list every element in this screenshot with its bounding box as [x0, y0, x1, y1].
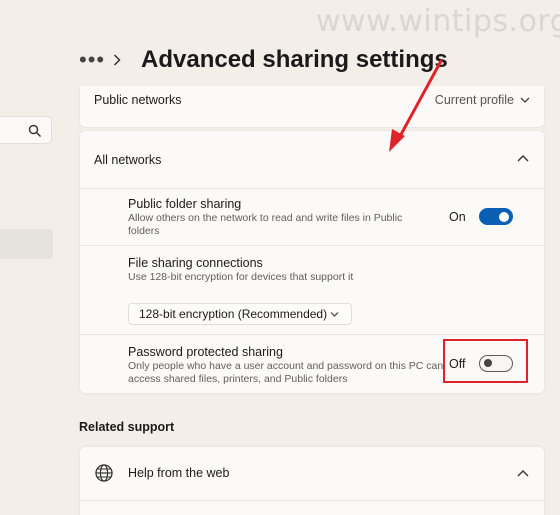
page-title: Advanced sharing settings — [141, 46, 448, 73]
public-folder-sharing-state: On — [449, 209, 466, 224]
encryption-dropdown-value: 128-bit encryption (Recommended) — [139, 307, 328, 321]
search-icon — [28, 124, 41, 137]
toggle-knob — [499, 211, 509, 222]
public-folder-sharing-title: Public folder sharing — [128, 197, 242, 211]
globe-icon — [95, 464, 113, 482]
chevron-down-icon — [520, 97, 530, 103]
help-from-web-label: Help from the web — [128, 466, 230, 480]
password-protected-sharing-desc-line1: Only people who have a user account and … — [128, 360, 444, 372]
chevron-up-icon[interactable] — [517, 153, 529, 163]
chevron-up-icon[interactable] — [517, 468, 529, 478]
public-folder-sharing-desc-line2: folders — [128, 225, 160, 237]
more-options-button[interactable]: ••• — [79, 47, 113, 73]
file-sharing-connections-desc: Use 128-bit encryption for devices that … — [128, 271, 354, 283]
encryption-dropdown[interactable]: 128-bit encryption (Recommended) — [128, 303, 352, 325]
password-protected-sharing-desc-line2: access shared files, printers, and Publi… — [128, 373, 348, 385]
public-networks-value: Current profile — [434, 93, 514, 107]
all-networks-label: All networks — [94, 153, 162, 167]
chevron-right-icon — [113, 54, 127, 66]
sidebar-selected-item[interactable] — [0, 229, 53, 259]
help-from-web-card[interactable]: Help from the web — [79, 446, 545, 515]
public-folder-sharing-desc-line1: Allow others on the network to read and … — [128, 212, 403, 224]
public-folder-sharing-toggle[interactable] — [479, 208, 513, 225]
public-folder-sharing-setting: Public folder sharing Allow others on th… — [80, 189, 544, 246]
related-support-heading: Related support — [79, 420, 175, 434]
public-networks-label: Public networks — [94, 93, 182, 107]
watermark: www.wintips.org — [316, 4, 560, 39]
public-folder-sharing-toggle-group: On — [449, 208, 513, 225]
chevron-down-icon — [330, 312, 339, 317]
password-protected-sharing-title: Password protected sharing — [128, 345, 283, 359]
highlight-box — [443, 339, 528, 383]
public-networks-value-group: Current profile — [435, 93, 530, 107]
page-header: ••• Advanced sharing settings — [79, 44, 448, 76]
all-networks-header[interactable]: All networks — [80, 131, 544, 189]
public-networks-row[interactable]: Public networks Current profile — [79, 86, 545, 128]
divider — [80, 500, 544, 501]
sidebar-search-box[interactable] — [0, 116, 52, 144]
file-sharing-connections-title: File sharing connections — [128, 256, 263, 270]
